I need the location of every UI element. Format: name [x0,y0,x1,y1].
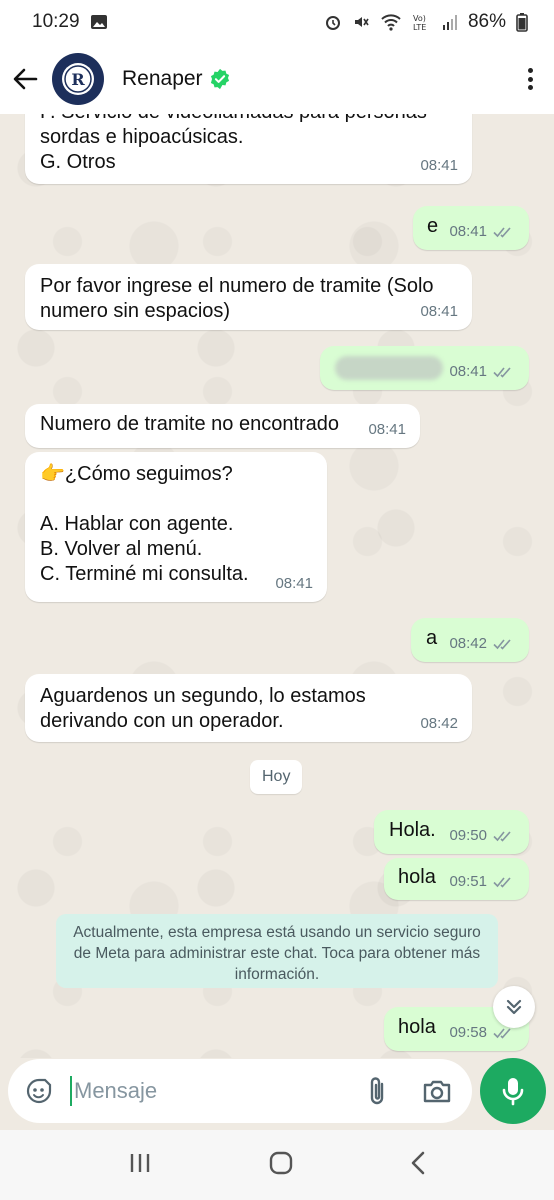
message-time: 08:41 [420,157,458,174]
encryption-notice[interactable]: Actualmente, esta empresa está usando un… [56,914,498,988]
redacted-content [335,356,443,380]
message-incoming: F. Servicio de videollamadas para person… [25,114,472,184]
contact-name: Renaper [122,67,203,90]
read-ticks-icon [493,226,511,238]
avatar[interactable]: R [52,53,104,105]
volte-icon: Vo) LTE [412,13,432,31]
svg-text:Vo): Vo) [413,14,426,23]
back-arrow-icon[interactable] [12,66,38,92]
message-text: F. Servicio de videollamadas para person… [40,114,427,173]
recent-apps-icon[interactable] [127,1152,153,1179]
message-outgoing: e 08:41 [413,206,529,250]
battery-text: 86% [467,11,506,32]
read-ticks-icon [493,366,511,378]
scroll-to-bottom-button[interactable] [493,986,535,1028]
read-ticks-icon [493,830,511,842]
message-incoming: Aguardenos un segundo, lo estamos deriva… [25,674,472,742]
signal-icon [442,13,458,31]
message-time: 09:50 [449,823,515,848]
microphone-icon [502,1078,524,1106]
wifi-icon [380,13,402,31]
camera-icon[interactable] [420,1074,454,1108]
chat-area[interactable]: F. Servicio de videollamadas para person… [0,114,554,1058]
voice-record-button[interactable] [480,1058,546,1124]
message-composer: Mensaje [8,1059,472,1123]
message-outgoing: Hola. 09:50 [374,810,529,854]
message-text: Numero de tramite no encontrado [40,413,340,435]
message-time: 08:41 [449,219,515,244]
message-outgoing: hola 09:51 [384,858,529,900]
svg-text:LTE: LTE [413,23,426,31]
chat-header: R Renaper [0,44,554,114]
battery-icon [516,12,528,32]
double-chevron-down-icon [506,999,522,1015]
read-ticks-icon [493,1027,511,1039]
verified-badge-icon [210,68,229,90]
mute-icon [352,13,370,31]
svg-text:R: R [71,70,85,89]
message-time: 08:41 [275,575,313,592]
more-options-icon[interactable] [520,65,540,93]
message-incoming: Numero de tramite no encontrado 08:41 [25,404,420,448]
system-nav-bar [0,1130,554,1200]
message-outgoing: 08:41 [320,346,529,390]
message-time: 08:42 [449,631,515,656]
back-nav-icon[interactable] [409,1150,427,1181]
emoji-sticker-icon[interactable] [22,1074,56,1108]
message-text: 👉¿Cómo seguimos? A. Hablar con agente. B… [40,463,249,585]
message-time: 09:51 [449,869,515,894]
attach-icon[interactable] [360,1074,394,1108]
contact-title[interactable]: Renaper [122,67,231,91]
message-input[interactable]: Mensaje [70,1076,360,1106]
message-outgoing: a 08:42 [411,618,529,662]
message-incoming: 👉¿Cómo seguimos? A. Hablar con agente. B… [25,452,327,602]
status-bar: 10:29 Vo) LTE 86% [0,0,554,44]
read-ticks-icon [493,638,511,650]
home-icon[interactable] [268,1150,294,1181]
day-divider: Hoy [250,760,303,794]
message-time: 08:41 [368,421,406,438]
message-time: 08:42 [420,715,458,732]
message-time: 08:41 [420,303,458,320]
alarm-icon [324,13,342,31]
message-time: 08:41 [449,359,515,384]
read-ticks-icon [493,876,511,888]
image-icon [90,13,108,31]
message-text: Aguardenos un segundo, lo estamos deriva… [40,685,366,732]
message-text: Por favor ingrese el numero de tramite (… [40,275,434,322]
status-time: 10:29 [32,11,80,32]
message-incoming: Por favor ingrese el numero de tramite (… [25,264,472,330]
